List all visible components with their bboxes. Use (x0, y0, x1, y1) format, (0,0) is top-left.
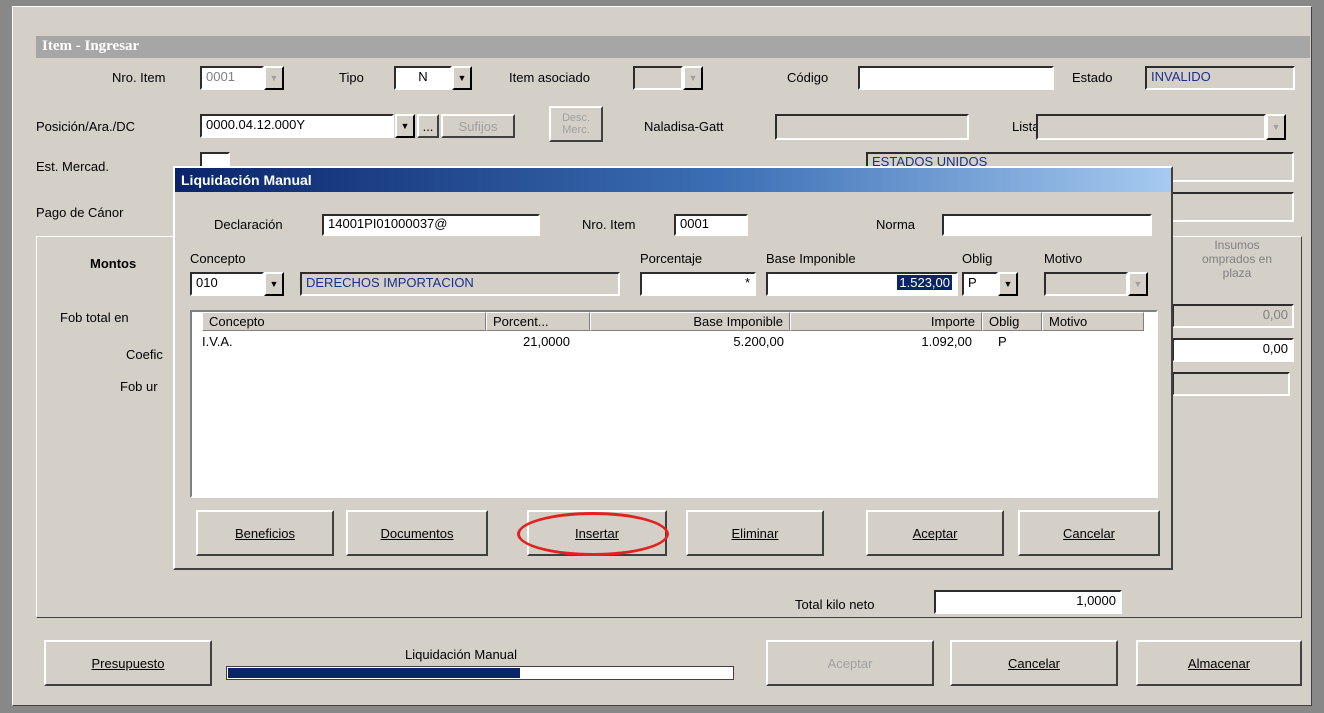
almacenar-button[interactable]: Almacenar (1136, 640, 1302, 686)
motivo-label: Motivo (1044, 251, 1083, 266)
posicion-dropdown[interactable]: ▼ (395, 114, 415, 138)
lista-dropdown[interactable]: ▼ (1266, 114, 1286, 140)
fob-total-label: Fob total en (60, 310, 129, 325)
dlg-nro-item-field[interactable]: 0001 (674, 214, 748, 236)
porcentaje-label: Porcentaje (640, 251, 703, 266)
dlg-aceptar-label: Aceptar (912, 525, 958, 541)
tab-montos[interactable]: Montos (90, 256, 136, 271)
presupuesto-label: Presupuesto (91, 655, 165, 671)
oblig-field[interactable]: P (962, 272, 998, 296)
pago-canon-field[interactable] (1170, 192, 1294, 222)
presupuesto-button[interactable]: Presupuesto (44, 640, 212, 686)
est-mercad-label: Est. Mercad. (36, 159, 109, 174)
cancelar-label: Cancelar (1007, 655, 1061, 671)
naladisa-label: Naladisa-Gatt (644, 119, 724, 134)
tab-insumos-line1: Insumos (1214, 238, 1260, 252)
col-header-oblig[interactable]: Oblig (982, 312, 1042, 331)
motivo-dropdown[interactable]: ▼ (1128, 272, 1148, 296)
eliminar-label: Eliminar (731, 525, 779, 541)
cell-importe: 1.092,00 (921, 334, 972, 349)
declaracion-label: Declaración (214, 217, 283, 232)
cancelar-button[interactable]: Cancelar (950, 640, 1118, 686)
total-kilo-field[interactable]: 1,0000 (934, 590, 1122, 614)
conceptos-grid[interactable]: Concepto Porcent... Base Imponible Impor… (190, 310, 1158, 498)
cell-base: 5.200,00 (733, 334, 784, 349)
beneficios-label: Beneficios (235, 525, 295, 541)
fob-unit-label: Fob ur (120, 379, 158, 394)
documentos-label: Documentos (380, 525, 454, 541)
base-imponible-label: Base Imponible (766, 251, 856, 266)
nro-item-dropdown[interactable]: ▼ (264, 66, 284, 90)
lista-field[interactable] (1036, 114, 1266, 140)
documentos-button[interactable]: Documentos (346, 510, 488, 556)
concepto-code-field[interactable]: 010 (190, 272, 264, 296)
base-imponible-field[interactable]: 1.523,00 (766, 272, 958, 296)
desc-merc-line2: Merc. (562, 124, 590, 136)
item-asociado-label: Item asociado (509, 70, 590, 85)
right-value-2[interactable]: 0,00 (1172, 338, 1294, 362)
sufijos-button[interactable]: Sufijos (441, 114, 515, 138)
almacenar-label: Almacenar (1187, 655, 1251, 671)
posicion-field[interactable]: 0000.04.12.000Y (200, 114, 394, 138)
dlg-aceptar-button[interactable]: Aceptar (866, 510, 1004, 556)
motivo-field[interactable] (1044, 272, 1128, 296)
concepto-dropdown[interactable]: ▼ (264, 272, 284, 296)
ellipsis-button[interactable]: ... (417, 114, 439, 138)
dlg-nro-item-label: Nro. Item (582, 217, 636, 232)
tipo-label: Tipo (339, 70, 364, 85)
col-header-base[interactable]: Base Imponible (590, 312, 790, 331)
coef-label: Coefic (126, 347, 163, 362)
dialog-title: Liquidación Manual (175, 168, 1171, 192)
progress-label: Liquidación Manual (405, 647, 518, 662)
estado-label: Estado (1072, 70, 1113, 85)
codigo-field[interactable] (858, 66, 1054, 90)
right-value-3 (1172, 372, 1290, 396)
posicion-label: Posición/Ara./DC (36, 119, 135, 134)
estado-value: INVALIDO (1145, 66, 1295, 90)
item-asociado-field[interactable] (633, 66, 683, 90)
norma-field[interactable] (942, 214, 1152, 236)
insertar-label: Insertar (574, 525, 620, 541)
declaracion-field[interactable]: 14001PI01000037@ (322, 214, 540, 236)
porcentaje-field[interactable]: * (640, 272, 756, 296)
base-imponible-value: 1.523,00 (897, 275, 952, 290)
concepto-label: Concepto (190, 251, 246, 266)
cell-concepto: I.V.A. (202, 334, 233, 349)
progress-bar (226, 666, 734, 680)
right-value-1: 0,00 (1172, 304, 1294, 328)
col-header-importe[interactable]: Importe (790, 312, 982, 331)
tab-insumos[interactable]: Insumos omprados en plaza (1172, 236, 1302, 292)
window-title: Item - Ingresar (36, 36, 1310, 58)
tipo-dropdown[interactable]: ▼ (452, 66, 472, 90)
table-row[interactable]: I.V.A. 21,0000 5.200,00 1.092,00 P (192, 332, 1156, 350)
cell-oblig: P (998, 334, 1007, 349)
progress-fill (228, 668, 520, 678)
concepto-desc-field: DERECHOS IMPORTACION (300, 272, 620, 296)
nro-item-label: Nro. Item (112, 70, 166, 85)
codigo-label: Código (787, 70, 829, 85)
pago-canon-label: Pago de Cánor (36, 205, 124, 220)
desc-merc-button[interactable]: Desc. Merc. (549, 106, 603, 142)
naladisa-field[interactable] (775, 114, 969, 140)
aceptar-button[interactable]: Aceptar (766, 640, 934, 686)
col-header-concepto[interactable]: Concepto (202, 312, 486, 331)
col-header-motivo[interactable]: Motivo (1042, 312, 1144, 331)
cell-porcentaje: 21,0000 (523, 334, 570, 349)
tab-insumos-line3: plaza (1222, 266, 1252, 280)
tab-insumos-line2: omprados en (1201, 252, 1273, 266)
dlg-cancelar-label: Cancelar (1062, 525, 1116, 541)
insertar-button[interactable]: Insertar (527, 510, 667, 556)
eliminar-button[interactable]: Eliminar (686, 510, 824, 556)
norma-label: Norma (876, 217, 916, 232)
beneficios-button[interactable]: Beneficios (196, 510, 334, 556)
oblig-dropdown[interactable]: ▼ (998, 272, 1018, 296)
col-header-porcentaje[interactable]: Porcent... (486, 312, 590, 331)
dlg-cancelar-button[interactable]: Cancelar (1018, 510, 1160, 556)
nro-item-field[interactable]: 0001 (200, 66, 264, 90)
tipo-field[interactable]: N (394, 66, 452, 90)
oblig-label: Oblig (962, 251, 993, 266)
desc-merc-line1: Desc. (561, 112, 591, 124)
total-kilo-label: Total kilo neto (795, 597, 875, 612)
item-asociado-dropdown[interactable]: ▼ (683, 66, 703, 90)
